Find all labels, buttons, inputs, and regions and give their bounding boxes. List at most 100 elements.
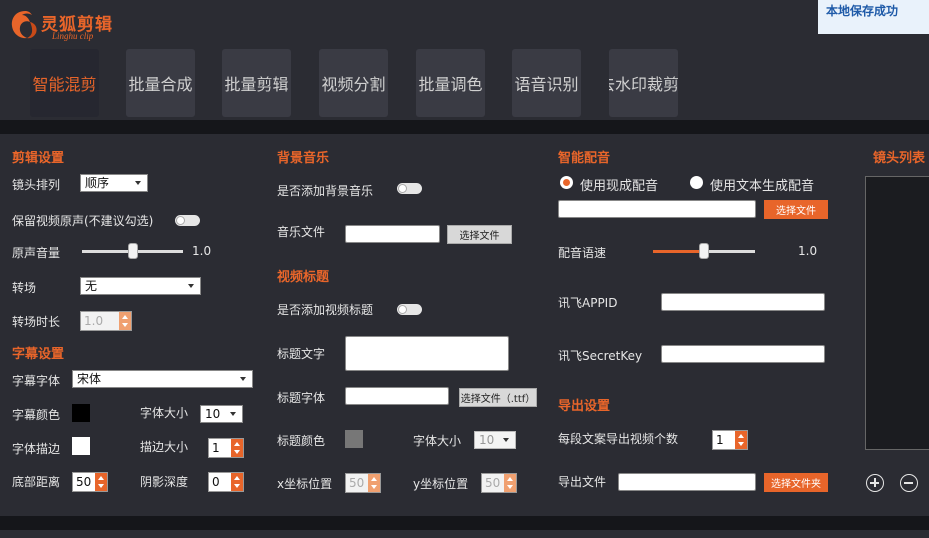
tab-label: 智能混剪 [32,75,97,94]
title-size-value: 10 [479,433,495,447]
transition-duration-spinner[interactable]: 1.0 [80,311,132,331]
spinner-arrows-icon[interactable] [231,439,243,457]
secretkey-label: 讯飞SecretKey [558,349,643,363]
tab-batch-edit[interactable]: 批量剪辑 [222,49,291,117]
edit-settings-title: 剪辑设置 [12,151,65,166]
spinner-arrows-icon[interactable] [735,431,747,449]
subtitle-color-swatch[interactable] [72,404,90,422]
export-count-label: 每段文案导出视频个数 [558,432,679,446]
tab-label: 视频分割 [321,75,386,94]
export-folder-input[interactable] [618,473,756,491]
volume-slider-handle[interactable] [127,243,138,259]
y-position-label: y坐标位置 [413,477,469,491]
app-logo: 灵狐剪辑 Linghu clip [8,8,118,46]
chevron-down-icon [240,377,246,381]
remove-clip-icon[interactable] [900,474,918,492]
save-toast: 本地保存成功 [818,0,929,34]
title-text-label: 标题文字 [277,347,326,361]
title-font-label: 标题字体 [277,391,326,405]
tab-label: 批量剪辑 [224,75,289,94]
keep-audio-toggle[interactable] [175,215,200,226]
shadow-depth-spinner[interactable]: 0 [208,472,244,492]
title-size-label: 字体大小 [413,434,462,448]
button-label: 选择文件（.ttf） [460,394,536,405]
add-title-label: 是否添加视频标题 [277,303,374,317]
subtitle-font-select[interactable]: 宋体 [72,370,253,388]
export-file-label: 导出文件 [558,475,607,489]
tab-smart-mix[interactable]: 智能混剪 [30,49,99,117]
spinner-arrows-icon[interactable] [504,474,516,492]
secretkey-input[interactable] [661,345,825,363]
tab-label: 批量调色 [418,75,483,94]
subtitle-stroke-swatch[interactable] [72,437,90,455]
transition-select[interactable]: 无 [80,277,201,295]
voice-tts-radio[interactable] [690,176,703,189]
subtitle-size-select[interactable]: 10 [200,405,243,423]
button-label: 选择文件 [776,206,816,217]
voice-speed-value: 1.0 [798,244,818,258]
spinner-value: 50 [485,476,501,490]
spinner-value: 1.0 [84,314,104,328]
voice-file-input[interactable] [558,200,756,218]
music-file-input[interactable] [345,225,440,243]
keep-audio-label: 保留视频原声(不建议勾选) [12,214,154,228]
subtitle-size-label: 字体大小 [140,406,189,420]
spinner-value: 50 [76,475,92,489]
tab-batch-color[interactable]: 批量调色 [416,49,485,117]
export-settings-title: 导出设置 [558,399,611,414]
spinner-value: 50 [349,476,365,490]
y-position-spinner[interactable]: 50 [481,473,517,493]
title-color-swatch[interactable] [345,430,363,448]
bottom-distance-spinner[interactable]: 50 [72,472,108,492]
spinner-arrows-icon[interactable] [231,473,243,491]
title-color-label: 标题颜色 [277,434,326,448]
divider [0,120,929,134]
add-title-toggle[interactable] [397,304,422,315]
video-title-section: 视频标题 [277,270,330,285]
tab-label: 语音识别 [514,75,579,94]
appid-label: 讯飞APPID [558,296,618,310]
tab-video-split[interactable]: 视频分割 [319,49,388,117]
tab-watermark-crop[interactable]: 去水印裁剪 [609,49,678,117]
tab-batch-compose[interactable]: 批量合成 [126,49,195,117]
export-count-spinner[interactable]: 1 [712,430,748,450]
export-choose-folder-button[interactable]: 选择文件夹 [764,473,828,492]
shadow-depth-label: 阴影深度 [140,475,189,489]
spinner-arrows-icon[interactable] [95,473,107,491]
voice-choose-file-button[interactable]: 选择文件 [764,200,828,219]
clip-list[interactable] [865,176,929,450]
shot-order-select[interactable]: 顺序 [80,174,148,192]
chevron-down-icon [188,284,194,288]
music-file-label: 音乐文件 [277,225,326,239]
spinner-arrows-icon[interactable] [119,312,131,330]
add-music-toggle[interactable] [397,183,422,194]
top-bar: 灵狐剪辑 Linghu clip 智能混剪 批量合成 批量剪辑 视频分割 批量调… [0,0,929,120]
chevron-down-icon [230,412,236,416]
title-font-choose-button[interactable]: 选择文件（.ttf） [459,388,537,407]
title-font-input[interactable] [345,387,449,405]
spinner-arrows-icon[interactable] [368,474,380,492]
shot-order-value: 顺序 [85,176,110,190]
x-position-spinner[interactable]: 50 [345,473,381,493]
add-clip-icon[interactable] [866,474,884,492]
voice-existing-label[interactable]: 使用现成配音 [580,175,658,194]
music-choose-file-button[interactable]: 选择文件 [447,225,512,244]
spinner-value: 1 [212,441,220,455]
bottom-distance-label: 底部距离 [12,475,61,489]
voice-tts-label[interactable]: 使用文本生成配音 [710,175,814,194]
subtitle-font-label: 字幕字体 [12,374,61,388]
voice-title: 智能配音 [558,151,611,166]
volume-label: 原声音量 [12,246,61,260]
title-size-select[interactable]: 10 [474,431,516,449]
subtitle-font-value: 宋体 [77,372,102,386]
stroke-size-spinner[interactable]: 1 [208,438,244,458]
tab-speech-recognition[interactable]: 语音识别 [512,49,581,117]
slider-fill [653,250,704,253]
title-text-input[interactable] [345,336,509,371]
transition-duration-label: 转场时长 [12,315,61,329]
appid-input[interactable] [661,293,825,311]
x-position-label: x坐标位置 [277,477,333,491]
voice-existing-radio[interactable] [560,176,573,189]
music-title: 背景音乐 [277,151,330,166]
voice-speed-slider-handle[interactable] [699,243,709,259]
